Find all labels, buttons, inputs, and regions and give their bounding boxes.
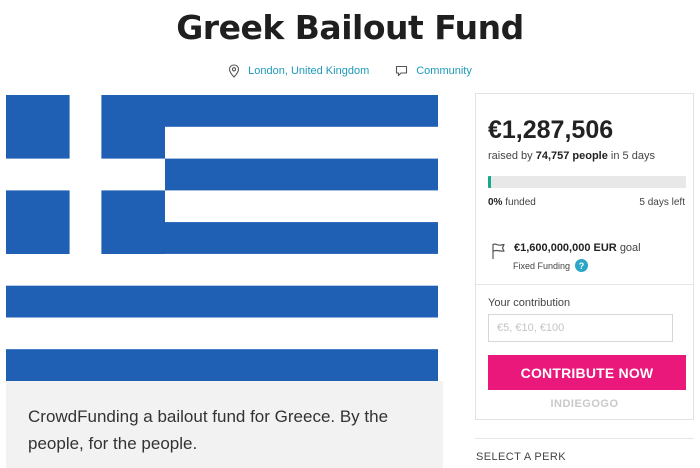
days-left: 5 days left bbox=[639, 197, 685, 208]
contribution-label: Your contribution bbox=[488, 297, 571, 309]
page-title: Greek Bailout Fund bbox=[176, 8, 524, 47]
funding-panel: €1,287,506 raised by 74,757 people in 5 … bbox=[475, 93, 694, 420]
select-perk-heading: SELECT A PERK bbox=[476, 451, 566, 463]
raised-summary: raised by 74,757 people in 5 days bbox=[488, 150, 655, 162]
amount-raised: €1,287,506 bbox=[488, 116, 614, 144]
map-pin-icon bbox=[228, 64, 240, 78]
campaign-meta: London, United Kingdom Community bbox=[0, 64, 700, 78]
speech-bubble-icon bbox=[395, 65, 408, 77]
funding-type: Fixed Funding ? bbox=[513, 259, 589, 272]
location-link[interactable]: London, United Kingdom bbox=[228, 64, 369, 78]
goal-text: €1,600,000,000 EUR goal bbox=[514, 242, 641, 254]
contribute-now-button[interactable]: CONTRIBUTE NOW bbox=[488, 355, 686, 390]
contribution-input[interactable] bbox=[488, 314, 673, 342]
goal-amount: €1,600,000,000 EUR bbox=[514, 242, 617, 254]
backer-count: 74,757 people bbox=[535, 150, 608, 162]
category-label: Community bbox=[416, 65, 472, 77]
divider bbox=[475, 438, 694, 439]
campaign-blurb: CrowdFunding a bailout fund for Greece. … bbox=[6, 381, 443, 468]
indiegogo-logo: INDIEGOGO bbox=[550, 398, 619, 410]
question-icon[interactable]: ? bbox=[575, 259, 589, 272]
funding-progress-bar bbox=[488, 176, 686, 188]
funded-percent: 0% funded bbox=[488, 197, 536, 208]
flag-icon bbox=[490, 242, 508, 265]
location-label: London, United Kingdom bbox=[248, 65, 370, 77]
divider bbox=[476, 284, 693, 285]
funding-progress-fill bbox=[488, 176, 492, 188]
category-link[interactable]: Community bbox=[395, 64, 472, 78]
funding-type-label: Fixed Funding bbox=[513, 260, 571, 271]
campaign-image-greek-flag bbox=[6, 95, 438, 381]
